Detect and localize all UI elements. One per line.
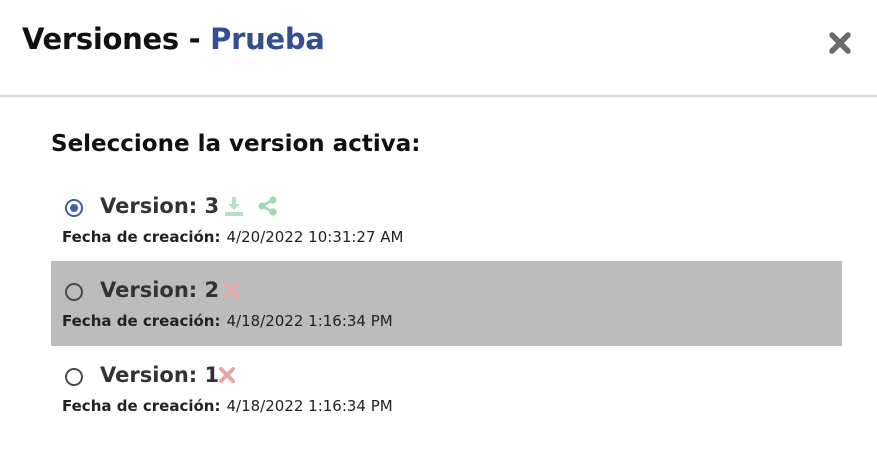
- delete-icon: [219, 367, 235, 383]
- creation-date-1: Fecha de creación: 4/18/2022 1:16:34 PM: [62, 397, 393, 415]
- versions-dialog: Versiones - Prueba Seleccione la version…: [0, 0, 877, 459]
- version-row-2[interactable]: Version: 2 Fecha de creación: 4/18/2022 1…: [51, 261, 842, 346]
- version-row-3[interactable]: Version: 3 Fecha de creación: 4/20/2022 1…: [51, 177, 842, 262]
- creation-date-value: 4/20/2022 10:31:27 AM: [226, 228, 404, 246]
- version-radio-3[interactable]: [65, 199, 83, 217]
- version-label-3: Version: 3: [100, 194, 220, 218]
- share-button[interactable]: [257, 195, 279, 217]
- download-icon: [225, 197, 243, 216]
- creation-date-3: Fecha de creación: 4/20/2022 10:31:27 AM: [62, 228, 404, 246]
- delete-icon: [224, 282, 240, 298]
- dialog-title-prefix: Versiones -: [22, 22, 211, 56]
- version-label-2: Version: 2: [100, 278, 220, 302]
- creation-date-value: 4/18/2022 1:16:34 PM: [226, 312, 393, 330]
- close-button[interactable]: [826, 29, 854, 57]
- version-radio-2[interactable]: [65, 283, 83, 301]
- version-label-1: Version: 1: [100, 363, 220, 387]
- section-title: Seleccione la version activa:: [51, 131, 421, 157]
- version-row-1[interactable]: Version: 1 Fecha de creación: 4/18/2022 1…: [51, 346, 842, 431]
- close-icon: [829, 32, 851, 54]
- creation-date-2: Fecha de creación: 4/18/2022 1:16:34 PM: [62, 312, 393, 330]
- share-icon: [258, 196, 277, 216]
- download-button[interactable]: [223, 195, 245, 217]
- creation-date-label: Fecha de creación:: [62, 312, 221, 330]
- version-radio-1[interactable]: [65, 368, 83, 386]
- delete-button[interactable]: [216, 364, 238, 386]
- creation-date-label: Fecha de creación:: [62, 397, 221, 415]
- creation-date-label: Fecha de creación:: [62, 228, 221, 246]
- creation-date-value: 4/18/2022 1:16:34 PM: [226, 397, 393, 415]
- dialog-title: Versiones - Prueba: [22, 22, 325, 56]
- dialog-header: Versiones - Prueba: [0, 0, 877, 97]
- project-name: Prueba: [210, 22, 325, 56]
- delete-button[interactable]: [221, 279, 243, 301]
